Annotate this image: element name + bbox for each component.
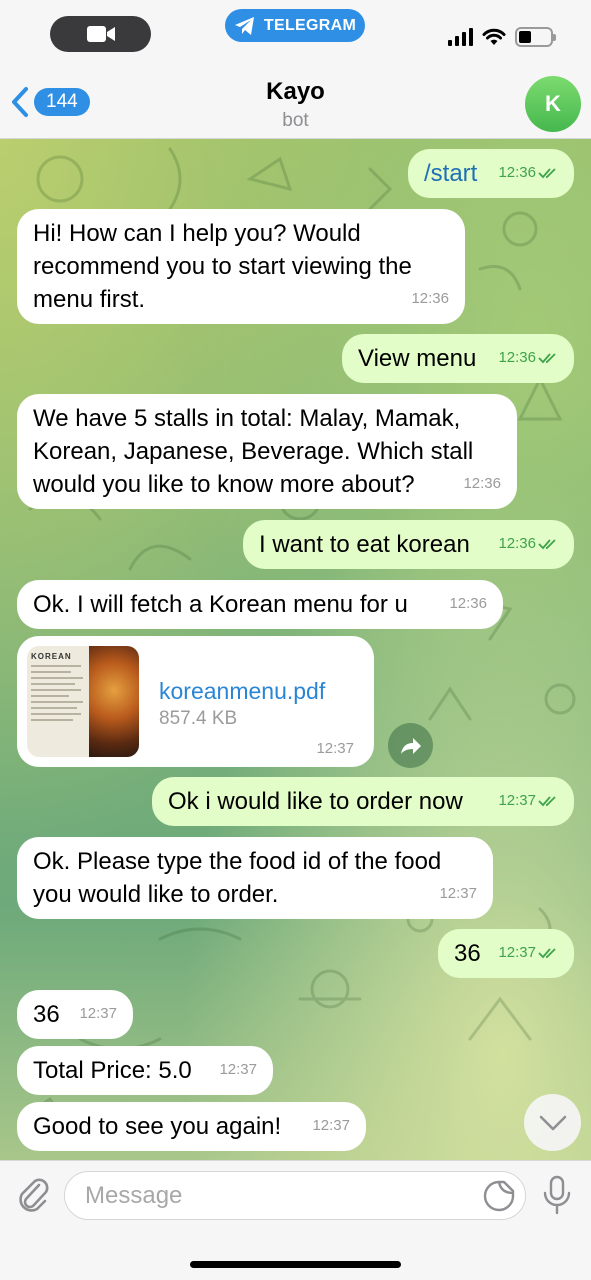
status-bar: TELEGRAM — [0, 0, 591, 62]
message-text: View menu — [358, 345, 477, 372]
message-time: 12:36 — [498, 164, 536, 181]
scroll-to-bottom-button[interactable] — [524, 1094, 581, 1151]
double-check-icon — [538, 947, 556, 958]
message-meta: 12:36 — [498, 156, 558, 189]
message-incoming[interactable]: Hi! How can I help you? Would recommend … — [17, 209, 465, 324]
message-outgoing[interactable]: 36 12:37 — [438, 929, 574, 978]
message-composer — [0, 1160, 591, 1280]
message-time: 12:37 — [312, 1117, 350, 1134]
message-outgoing[interactable]: Ok i would like to order now 12:37 — [152, 777, 574, 826]
home-indicator — [190, 1261, 401, 1268]
message-time: 12:37 — [79, 1005, 117, 1022]
pdf-thumbnail-title: KOREAN — [31, 652, 72, 661]
message-incoming[interactable]: Total Price: 5.0 12:37 — [17, 1046, 273, 1095]
message-text: /start — [424, 160, 478, 187]
message-text: 36 — [33, 1001, 60, 1028]
message-meta: 12:36 — [498, 527, 558, 560]
battery-icon — [515, 27, 556, 47]
paperclip-icon[interactable] — [15, 1175, 51, 1215]
wifi-icon — [482, 28, 506, 45]
double-check-icon — [538, 167, 556, 178]
chat-title[interactable]: Kayo — [0, 78, 591, 106]
message-text: Total Price: 5.0 — [33, 1057, 192, 1084]
message-time: 12:37 — [498, 792, 536, 809]
message-input[interactable] — [64, 1171, 526, 1220]
message-time: 12:37 — [498, 944, 536, 961]
chat-header: 144 Kayo bot K — [0, 62, 591, 139]
message-meta: 12:36 — [498, 341, 558, 374]
message-time: 12:36 — [498, 535, 536, 552]
message-meta: 12:37 — [498, 936, 558, 969]
message-text: Good to see you again! — [33, 1113, 282, 1140]
message-incoming[interactable]: We have 5 stalls in total: Malay, Mamak,… — [17, 394, 517, 509]
message-time: 12:37 — [439, 885, 477, 902]
chevron-down-icon — [539, 1115, 566, 1130]
message-time: 12:36 — [498, 349, 536, 366]
double-check-icon — [538, 538, 556, 549]
message-time: 12:36 — [411, 290, 449, 307]
chat-subtitle: bot — [282, 110, 309, 131]
message-outgoing[interactable]: I want to eat korean 12:36 — [243, 520, 574, 569]
message-text: Hi! How can I help you? Would recommend … — [33, 220, 412, 313]
message-time: 12:37 — [219, 1061, 257, 1078]
message-incoming[interactable]: Ok. I will fetch a Korean menu for u 12:… — [17, 580, 503, 629]
message-outgoing[interactable]: View menu 12:36 — [342, 334, 574, 383]
telegram-pill[interactable]: TELEGRAM — [225, 9, 365, 42]
message-meta: 12:37 — [498, 784, 558, 817]
forward-button[interactable] — [388, 723, 433, 768]
pdf-thumbnail[interactable]: KOREAN — [27, 646, 139, 757]
food-photo — [89, 646, 139, 757]
double-check-icon — [538, 352, 556, 363]
message-text: I want to eat korean — [259, 531, 470, 558]
message-incoming[interactable]: Good to see you again! 12:37 — [17, 1102, 366, 1151]
video-call-pill[interactable] — [50, 16, 151, 52]
message-time: 12:36 — [463, 475, 501, 492]
video-camera-icon — [86, 26, 115, 42]
file-name[interactable]: koreanmenu.pdf — [159, 678, 325, 705]
microphone-icon[interactable] — [542, 1175, 572, 1215]
forward-arrow-icon — [400, 737, 421, 754]
message-text: Ok. Please type the food id of the food … — [33, 848, 442, 908]
message-text: 36 — [454, 940, 481, 967]
message-text: We have 5 stalls in total: Malay, Mamak,… — [33, 405, 474, 498]
file-size: 857.4 KB — [159, 708, 238, 729]
avatar[interactable]: K — [525, 76, 581, 132]
app-pill-label: TELEGRAM — [263, 16, 357, 34]
message-time: 12:36 — [449, 595, 487, 612]
double-check-icon — [538, 795, 556, 806]
telegram-icon — [234, 16, 254, 35]
message-incoming[interactable]: Ok. Please type the food id of the food … — [17, 837, 493, 919]
message-incoming[interactable]: 36 12:37 — [17, 990, 133, 1039]
message-text: Ok i would like to order now — [168, 788, 463, 815]
message-time: 12:37 — [316, 740, 354, 757]
message-outgoing[interactable]: /start 12:36 — [408, 149, 574, 198]
message-text: Ok. I will fetch a Korean menu for u — [33, 591, 408, 618]
sticker-icon[interactable] — [482, 1179, 516, 1213]
file-message[interactable]: KOREAN koreanmenu.pdf 857.4 KB 12:37 — [17, 636, 374, 767]
cellular-signal-icon — [448, 28, 473, 46]
chat-area[interactable]: /start 12:36 Hi! How can I help you? Wou… — [0, 139, 591, 1160]
